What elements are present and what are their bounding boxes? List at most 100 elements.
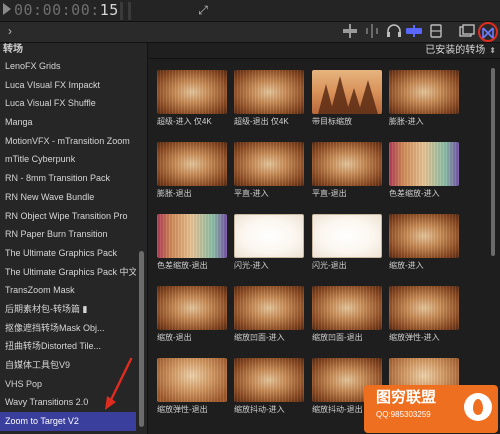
transition-label: 缩放-退出	[157, 333, 192, 342]
sidebar-item[interactable]: RN - 8mm Transition Pack	[0, 169, 136, 188]
sidebar-scroll-thumb[interactable]	[139, 251, 144, 427]
browser-icon[interactable]	[459, 24, 475, 40]
divider	[120, 2, 123, 20]
filmstrip-icon[interactable]	[428, 24, 444, 40]
sidebar-item[interactable]: Luca VIsual FX Impackt	[0, 76, 136, 95]
transition-thumbnail	[157, 286, 227, 330]
transition-tile[interactable]: 超级-进入 仅4K	[157, 70, 227, 127]
flame-logo-icon	[464, 393, 492, 421]
transition-label: 缩放弹性-退出	[157, 405, 208, 414]
transition-tile[interactable]: 缩放-退出	[157, 286, 227, 343]
watermark-subtitle: QQ:985303259	[376, 410, 431, 419]
transition-thumbnail	[234, 70, 304, 114]
transition-label: 超级-退出 仅4K	[234, 117, 289, 126]
transition-tile[interactable]: 膨胀-进入	[389, 70, 459, 127]
transitions-icon[interactable]	[478, 22, 498, 42]
transition-tile[interactable]: 闪光-退出	[312, 214, 382, 271]
transition-thumbnail	[157, 142, 227, 186]
transition-label: 缩放凹面-退出	[312, 333, 363, 342]
transition-label: 色差缩放-退出	[157, 261, 208, 270]
transition-thumbnail	[234, 214, 304, 258]
transition-label: 膨胀-退出	[157, 189, 192, 198]
transition-tile[interactable]: 缩放-进入	[389, 214, 459, 271]
transition-thumbnail	[389, 70, 459, 114]
sidebar-item[interactable]: TransZoom Mask	[0, 281, 136, 300]
timecode-frames: 15	[99, 1, 119, 19]
sidebar-item[interactable]: MotionVFX - mTransition Zoom	[0, 132, 136, 151]
transition-tile[interactable]: 缩放弹性-退出	[157, 358, 227, 415]
chevron-updown-icon: ⬍	[489, 46, 496, 55]
transition-thumbnail	[312, 286, 382, 330]
skimming-icon[interactable]	[405, 24, 423, 40]
transition-tile[interactable]: 色差缩放-退出	[157, 214, 227, 271]
browser-header: 已安装的转场 ⬍	[149, 43, 500, 59]
annotation-arrow-icon	[105, 357, 133, 410]
transition-tile[interactable]: 缩放弹性-进入	[389, 286, 459, 343]
transition-tile[interactable]: 超级-退出 仅4K	[234, 70, 304, 127]
sidebar-item[interactable]: RN Paper Burn Transition	[0, 225, 136, 244]
transition-label: 缩放凹面-进入	[234, 333, 285, 342]
transition-thumbnail	[157, 70, 227, 114]
transition-tile[interactable]: 缩放凹面-进入	[234, 286, 304, 343]
transition-tile[interactable]: 带目标缩放	[312, 70, 382, 127]
transition-thumbnail	[389, 286, 459, 330]
transition-thumbnail	[312, 142, 382, 186]
transition-tile[interactable]: 平直-进入	[234, 142, 304, 199]
transition-thumbnail	[234, 286, 304, 330]
transition-thumbnail	[234, 142, 304, 186]
transition-label: 色差缩放-进入	[389, 189, 440, 198]
transition-thumbnail	[389, 142, 459, 186]
waveform-icon[interactable]	[342, 24, 358, 40]
sidebar-item[interactable]: 扭曲转场Distorted Tile...	[0, 337, 136, 356]
transition-thumbnail	[389, 214, 459, 258]
timecode-dim: 00:00:00:	[14, 1, 100, 19]
transition-thumbnail	[157, 358, 227, 402]
grid-scroll-thumb[interactable]	[491, 68, 495, 256]
sidebar-item[interactable]: 抠像遮挡转场Mask Obj...	[0, 319, 136, 338]
grid-scrollbar[interactable]	[489, 60, 497, 434]
transition-label: 闪光-进入	[234, 261, 269, 270]
timecode-bar: 00:00:00:15 ⤢	[0, 0, 500, 22]
expand-icon[interactable]: ⤢	[196, 3, 210, 17]
dropdown-label: 已安装的转场	[425, 45, 486, 56]
transition-label: 膨胀-进入	[389, 117, 424, 126]
transition-tile[interactable]: 缩放凹面-退出	[312, 286, 382, 343]
watermark-title: 图穷联盟	[376, 389, 437, 406]
transition-thumbnail	[312, 70, 382, 114]
installed-transitions-dropdown[interactable]: 已安装的转场 ⬍	[425, 44, 496, 58]
transition-tile[interactable]: 平直-退出	[312, 142, 382, 199]
waveform-split-icon[interactable]	[364, 24, 380, 40]
transition-tile[interactable]: 色差缩放-进入	[389, 142, 459, 199]
transition-thumbnail	[234, 358, 304, 402]
transition-label: 超级-进入 仅4K	[157, 117, 212, 126]
sidebar-item[interactable]: The Ultimate Graphics Pack 中文	[0, 263, 136, 282]
sidebar-item[interactable]: mTitle Cyberpunk	[0, 150, 136, 169]
transition-label: 带目标缩放	[312, 117, 352, 126]
sidebar-item[interactable]: Luca Visual FX Shuffle	[0, 94, 136, 113]
forest-thumbnail-icon	[318, 76, 378, 114]
sidebar-item[interactable]: LenoFX Grids	[0, 57, 136, 76]
sidebar-item[interactable]: Manga	[0, 113, 136, 132]
transition-thumbnail	[312, 214, 382, 258]
sidebar-title: 转场	[3, 44, 23, 55]
sidebar-item[interactable]: 后期素材包-转场篇 ▮	[0, 300, 136, 319]
transition-label: 平直-退出	[312, 189, 347, 198]
transition-tile[interactable]: 膨胀-退出	[157, 142, 227, 199]
sidebar-item[interactable]: RN Object Wipe Transition Pro	[0, 207, 136, 226]
transition-label: 平直-进入	[234, 189, 269, 198]
transition-tile[interactable]: 缩放抖动-进入	[234, 358, 304, 415]
sidebar-item-selected[interactable]: Zoom to Target V2	[0, 412, 136, 431]
headphones-icon[interactable]	[386, 24, 402, 40]
watermark: 图穷联盟 QQ:985303259	[364, 385, 498, 433]
play-icon[interactable]	[3, 3, 11, 15]
transition-tile[interactable]: 闪光-进入	[234, 214, 304, 271]
sidebar-item[interactable]: RN New Wave Bundle	[0, 188, 136, 207]
sidebar-scrollbar[interactable]	[137, 57, 147, 434]
chevron-right-icon[interactable]: ›	[8, 24, 12, 38]
transition-label: 缩放弹性-进入	[389, 333, 440, 342]
transitions-grid: 超级-进入 仅4K 超级-退出 仅4K 带目标缩放 膨胀-进入 膨胀-退出 平直…	[149, 60, 494, 434]
sidebar-item[interactable]: The Ultimate Graphics Pack	[0, 244, 136, 263]
transition-label: 缩放-进入	[389, 261, 424, 270]
toolbar: ›	[0, 22, 500, 43]
timecode-display[interactable]: 00:00:00:15	[14, 0, 119, 20]
